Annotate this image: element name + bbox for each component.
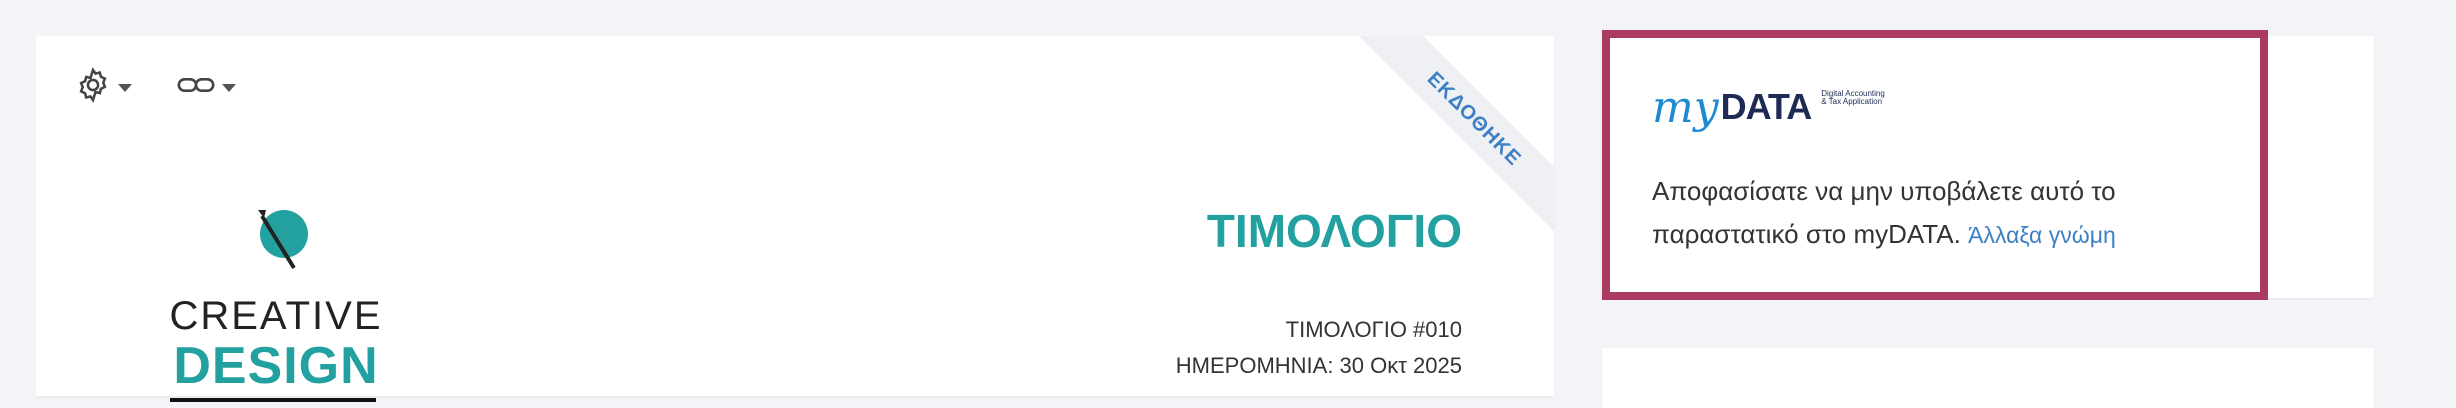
mydata-logo-subtitle: Digital Accounting & Tax Application — [1821, 89, 1885, 107]
gear-icon — [74, 66, 112, 104]
mydata-logo-data: DATA — [1720, 86, 1813, 127]
mydata-logo-my: my — [1652, 82, 1719, 133]
chevron-down-icon — [222, 84, 236, 92]
secondary-panel — [1602, 348, 2374, 408]
settings-dropdown[interactable] — [74, 66, 132, 104]
link-icon — [176, 66, 216, 104]
logo-line-1: CREATIVE — [169, 294, 383, 338]
chevron-down-icon — [118, 84, 132, 92]
mydata-message: Αποφασίσατε να μην υποβάλετε αυτό το παρ… — [1652, 170, 2212, 257]
mydata-logo: my DATA Digital Accounting & Tax Applica… — [1652, 86, 1891, 130]
logo-underline — [170, 398, 376, 402]
mydata-notice: my DATA Digital Accounting & Tax Applica… — [1602, 30, 2268, 300]
invoice-title: ΤΙΜΟΛΟΓΙΟ — [1206, 205, 1462, 257]
change-mind-link[interactable]: Άλλαξα γνώμη — [1968, 222, 2116, 248]
invoice-date: ΗΜΕΡΟΜΗΝΙΑ: 30 Οκτ 2025 — [1175, 353, 1462, 378]
invoice-card: ΕΚΔΟΘΗΚΕ CREATIVE DESIGN ΤΙΜΟΛΟΓΙΟ ΤΙΜΟΛ… — [36, 36, 1554, 402]
link-dropdown[interactable] — [176, 66, 236, 104]
company-logo: CREATIVE DESIGN — [166, 186, 386, 402]
logo-line-2: DESIGN — [173, 337, 379, 395]
invoice-number: ΤΙΜΟΛΟΓΙΟ #010 — [1285, 317, 1462, 342]
